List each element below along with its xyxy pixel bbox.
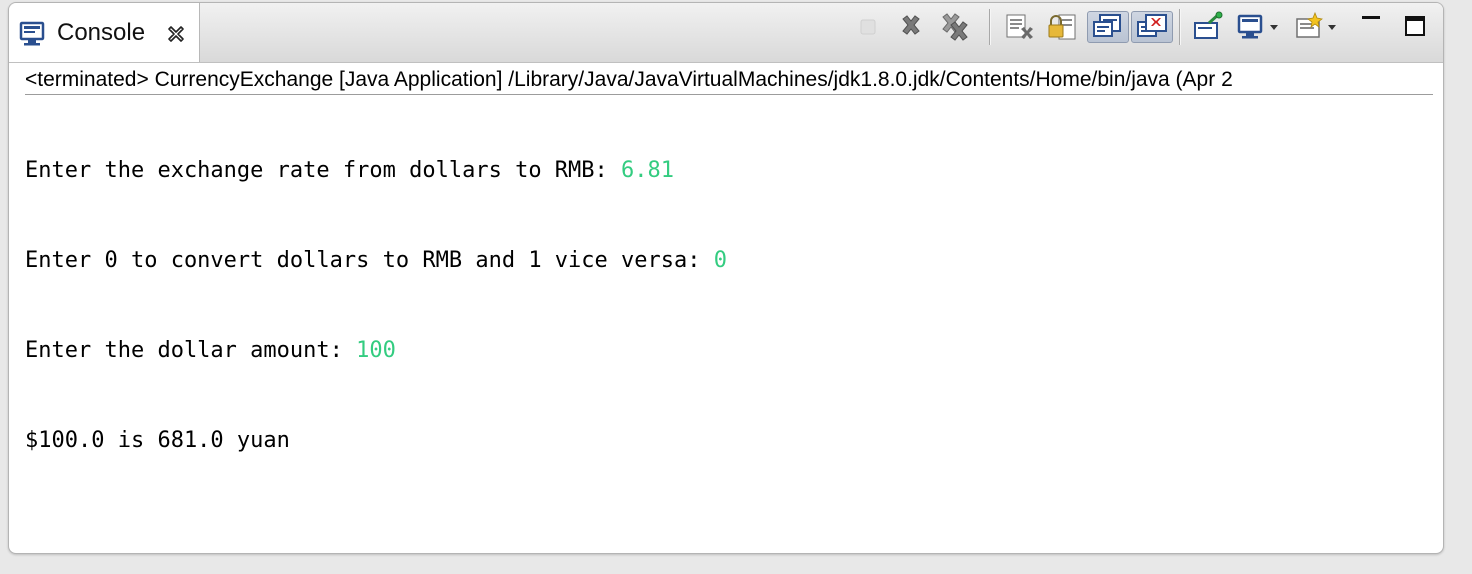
console-tab[interactable]: Console: [9, 3, 200, 62]
clear-console-icon[interactable]: [1003, 11, 1037, 43]
console-line: Enter the exchange rate from dollars to …: [25, 156, 727, 186]
console-prompt: Enter the exchange rate from dollars to …: [25, 158, 622, 183]
maximize-icon[interactable]: [1403, 11, 1427, 43]
console-icon: [19, 21, 47, 47]
minimize-icon[interactable]: [1359, 11, 1383, 43]
console-view: Console <terminated> CurrencyExchange [J…: [8, 2, 1444, 554]
console-user-input: 100: [356, 338, 396, 363]
console-output[interactable]: Enter the exchange rate from dollars to …: [25, 96, 727, 516]
console-result: $100.0 is 681.0 yuan: [25, 428, 290, 453]
toolbar-separator: [989, 9, 991, 45]
console-line: Enter 0 to convert dollars to RMB and 1 …: [25, 246, 727, 276]
console-tab-label: Console: [57, 19, 146, 46]
view-header: Console: [9, 3, 1443, 63]
pin-console-icon[interactable]: [1191, 11, 1225, 43]
status-divider: [25, 94, 1433, 95]
scroll-lock-icon[interactable]: [1045, 11, 1079, 43]
console-prompt: Enter the dollar amount:: [25, 338, 357, 363]
process-status-label: <terminated> CurrencyExchange [Java Appl…: [25, 68, 1233, 91]
console-user-input: 6.81: [621, 158, 675, 183]
show-on-stdout-icon[interactable]: [1087, 11, 1129, 43]
console-line: Enter the dollar amount: 100: [25, 336, 727, 366]
console-line: $100.0 is 681.0 yuan: [25, 426, 727, 456]
display-console-icon[interactable]: [1235, 11, 1283, 43]
close-icon[interactable]: [165, 23, 187, 45]
terminate-icon[interactable]: [859, 11, 879, 43]
console-prompt: Enter 0 to convert dollars to RMB and 1 …: [25, 248, 714, 273]
open-console-icon[interactable]: [1293, 11, 1341, 43]
remove-launch-icon[interactable]: [897, 11, 925, 43]
toolbar-separator: [1179, 9, 1181, 45]
show-on-stderr-icon[interactable]: [1131, 11, 1173, 43]
console-user-input: 0: [713, 248, 727, 273]
remove-all-terminated-icon[interactable]: [939, 11, 975, 43]
